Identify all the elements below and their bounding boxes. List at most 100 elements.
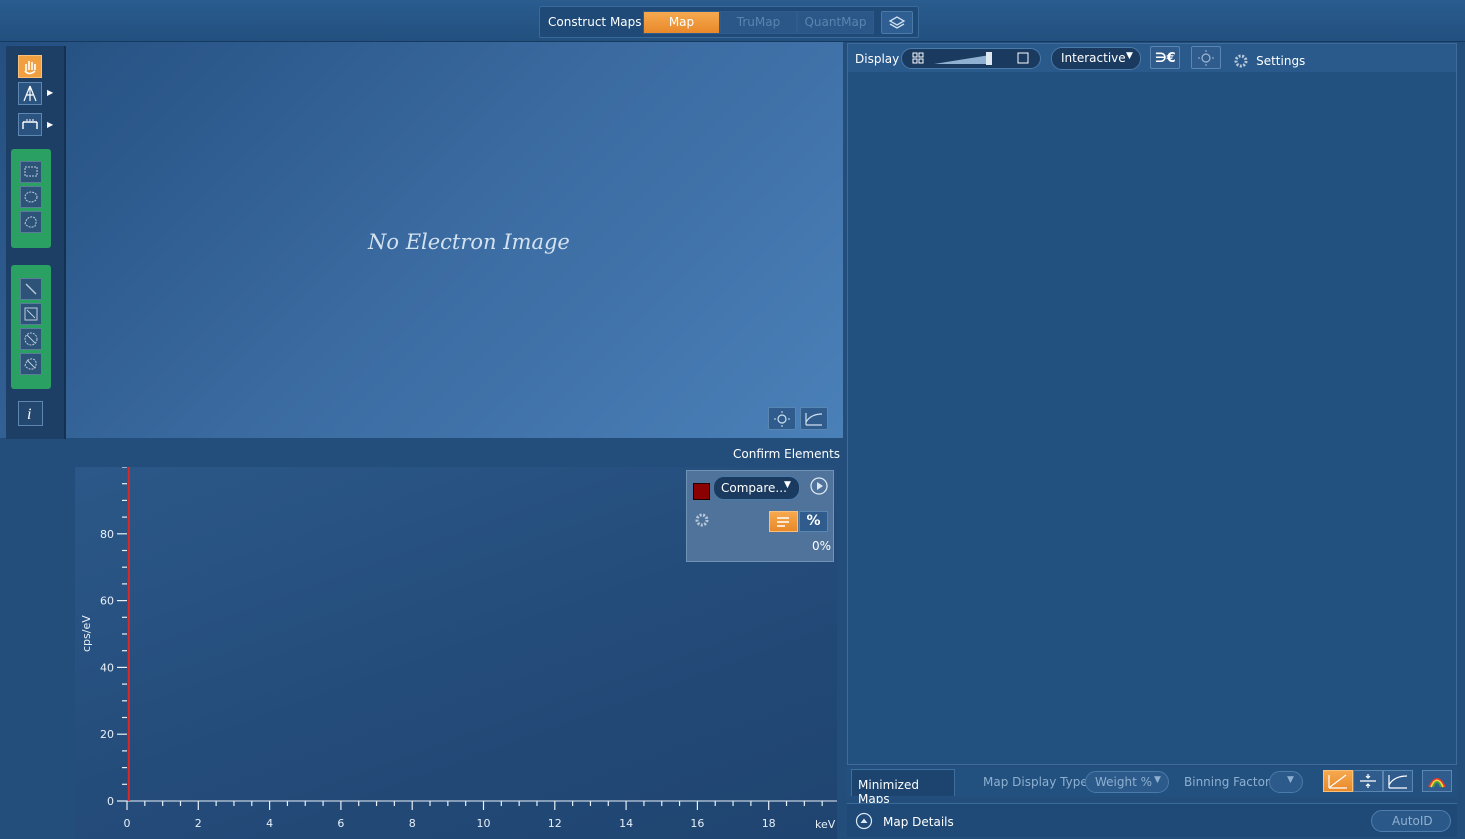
grid-icon [912,52,924,64]
svg-text:i: i [27,406,31,423]
percent-mode-button[interactable]: % [799,511,828,532]
ruler-icon [22,119,38,129]
measure-tool[interactable] [18,113,42,136]
pan-tool[interactable] [18,55,42,78]
mode-dropdown-value: Interactive [1061,51,1126,65]
freehand-select-icon [24,216,37,228]
rect-roi-tool[interactable] [20,161,42,183]
expand-arrow-icon[interactable]: ▶ [47,120,53,129]
confirm-elements-link[interactable]: Confirm Elements » [733,447,856,461]
map-display-type-label: Map Display Type: [983,775,1092,789]
spectrum-compare-box: Compare... ▼ % 0% [686,470,834,562]
svg-text:∋€: ∋€ [1155,51,1176,66]
y-tick-label: 40 [100,661,114,674]
autoid-button[interactable]: AutoID [1371,810,1451,832]
rect-select-icon [24,166,38,177]
rect-line-tool[interactable] [20,303,42,325]
line-tool[interactable] [20,278,42,300]
y-tick-label: 0 [107,795,114,808]
brightness-button[interactable] [768,407,796,430]
mode-dropdown[interactable]: Interactive ▼ [1051,47,1141,70]
layers-icon [888,16,906,29]
split-icon [1360,774,1376,788]
y-tick-label: 20 [100,728,114,741]
x-tick-label: 8 [409,817,416,830]
info-button[interactable]: i [18,401,43,426]
single-view-icon [1017,52,1029,64]
play-icon [810,477,828,495]
y-axis-label: cps/eV [80,615,93,652]
freehand-roi-tool[interactable] [20,211,42,233]
construct-maps-label: Construct Maps [548,15,642,29]
autoid-label: AutoID [1392,814,1433,828]
maps-bottom-bar: Minimized Maps Map Display Type: Weight … [847,767,1457,806]
x-tick-label: 12 [548,817,562,830]
brightness-icon [1198,50,1214,66]
confirm-elements-label: Confirm Elements [733,447,841,461]
map-panel [847,43,1457,765]
map-display-type-dropdown[interactable]: Weight % ▼ [1085,771,1169,793]
play-button[interactable] [809,476,829,500]
info-icon: i [27,406,31,423]
compare-dropdown[interactable]: Compare... ▼ [713,476,800,500]
ellipse-select-icon [24,191,38,203]
y-tick-label: 60 [100,595,114,608]
split-view-button[interactable] [1353,770,1383,792]
tool-palette: ▶ ▶ i [6,46,66,439]
slider-graphic [912,52,1029,65]
compare-dropdown-label: Compare... [721,481,787,495]
ellipse-line-tool[interactable] [20,328,42,350]
curve-view-button[interactable] [1383,770,1413,792]
settings-button[interactable]: Settings [1233,50,1305,69]
tab-trumap[interactable]: TruMap [720,11,797,34]
gear-icon [695,513,709,527]
link-button[interactable]: ∋€ [1150,46,1180,69]
expand-details-button[interactable] [855,812,873,834]
rect-line-icon [24,307,38,321]
hand-icon [24,61,36,75]
map-view-button[interactable] [1323,770,1353,792]
display-toolbar: Display Interactive ▼ ∋€ Settings [848,44,1456,72]
layers-button[interactable] [881,11,913,34]
display-label: Display [855,52,900,66]
map-details-bar: Map Details AutoID [847,803,1457,837]
tab-map[interactable]: Map [643,11,720,34]
spectrum-color-swatch[interactable] [693,483,710,500]
brightness-icon [774,411,790,427]
label-mode-button[interactable] [769,511,798,532]
x-axis-unit: keV [815,818,836,831]
binning-factor-dropdown[interactable]: ▼ [1269,771,1303,793]
curve-icon [1388,775,1408,789]
tab-quantmap[interactable]: QuantMap [797,11,874,34]
navigate-tool[interactable] [18,82,42,105]
freehand-line-tool[interactable] [20,353,42,375]
spectrum-header [70,443,843,465]
percent-value: 0% [812,539,832,553]
x-tick-label: 6 [337,817,344,830]
axes-icon [1328,774,1347,789]
construct-maps-bar: Construct Maps Map TruMap QuantMap [539,6,919,38]
settings-label: Settings [1256,54,1306,68]
freehand-line-icon [24,358,37,370]
ellipse-roi-tool[interactable] [20,186,42,208]
color-palette-button[interactable] [1422,770,1452,792]
spectrum-settings-button[interactable] [693,511,711,533]
y-axis: 0 20 40 60 80 [100,467,127,808]
x-tick-label: 14 [619,817,633,830]
display-size-slider[interactable] [901,48,1041,69]
x-tick-label: 16 [690,817,704,830]
expand-arrow-icon[interactable]: ▶ [47,88,53,97]
minimized-maps-label: Minimized Maps [858,778,919,806]
curve-button[interactable] [800,407,828,430]
chevron-up-icon [855,812,873,830]
brightness-button[interactable] [1191,46,1221,69]
y-tick-label: 80 [100,528,114,541]
map-display-type-value: Weight % [1095,775,1153,789]
chevron-down-icon: ▼ [1154,775,1161,785]
gear-icon [1234,54,1248,67]
x-axis: 0 2 4 6 8 10 12 14 16 18 [124,800,837,830]
x-tick-label: 2 [195,817,202,830]
tab-minimized-maps[interactable]: Minimized Maps [851,769,955,806]
tripod-icon [23,85,37,102]
link-icon: ∋€ [1155,51,1176,66]
